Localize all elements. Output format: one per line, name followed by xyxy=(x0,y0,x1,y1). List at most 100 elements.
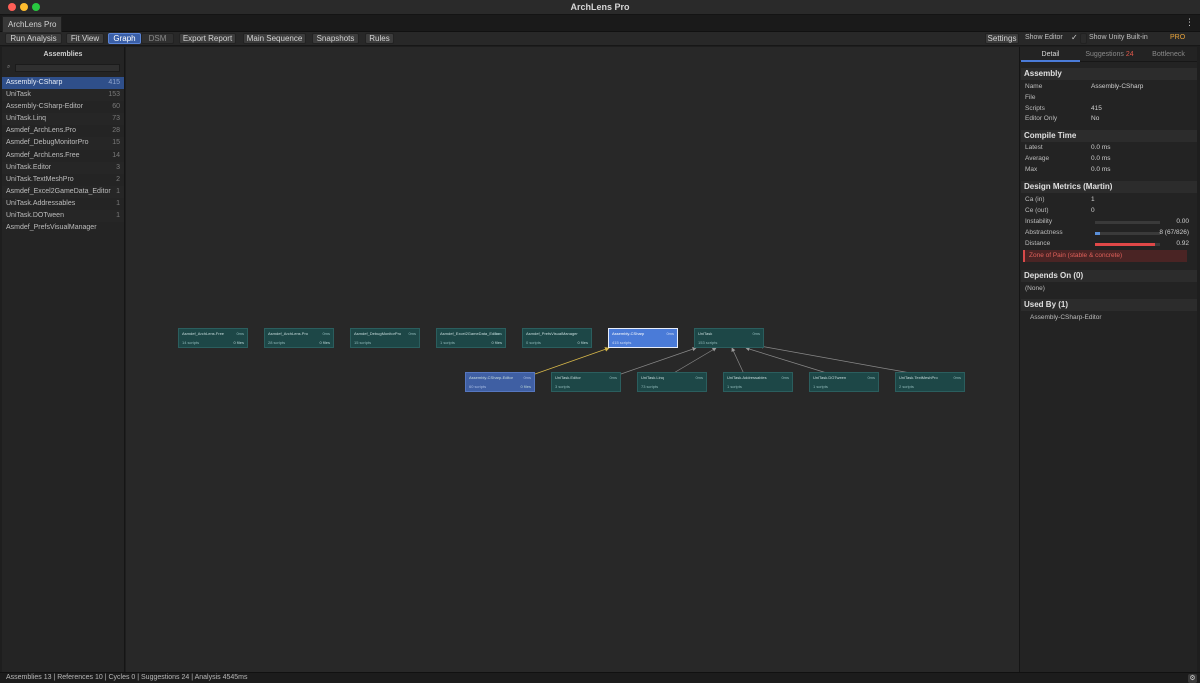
tab-suggestions[interactable]: Suggestions 24 xyxy=(1080,47,1139,62)
node-time: 0ms xyxy=(322,331,330,336)
show-unity-builtin-checkbox[interactable] xyxy=(1080,33,1087,44)
assembly-scripts-row: Scripts 415 xyxy=(1025,104,1195,114)
assembly-count: 415 xyxy=(108,79,120,86)
compile-latest-row: Latest 0.0 ms xyxy=(1025,143,1195,153)
rules-button[interactable]: Rules xyxy=(365,33,394,44)
gear-icon[interactable]: ⚙ xyxy=(1188,674,1197,683)
assembly-name: UniTask.Linq xyxy=(6,115,47,123)
assembly-name-row: Name Assembly-CSharp xyxy=(1025,82,1195,92)
graph-node[interactable]: UniTask.Addressables 0ms 1 scripts xyxy=(723,372,793,392)
graph-node[interactable]: Asmdef_ArchLens.Free 0ms 14 scripts 0 file… xyxy=(178,328,248,348)
design-metrics-heading: Design Metrics (Martin) xyxy=(1021,181,1197,193)
tab-suggestions-label: Suggestions xyxy=(1085,51,1124,58)
graph-node-dependent[interactable]: Assembly-CSharp-Editor 0ms 60 scripts 0 fi… xyxy=(465,372,535,392)
export-report-button[interactable]: Export Report xyxy=(179,33,236,44)
metric-instability-label: Instability xyxy=(1025,218,1053,225)
graph-node[interactable]: Asmdef_Excel2GameData_Editor 0ms 1 script… xyxy=(436,328,506,348)
edge-addressables-to-unitask xyxy=(731,347,745,375)
graph-node[interactable]: UniTask 0ms 153 scripts xyxy=(694,328,764,348)
edge-editor-to-unitask xyxy=(620,347,697,375)
metric-distance-value: 0.92 xyxy=(1176,240,1189,247)
node-time: 0ms xyxy=(953,375,961,380)
graph-canvas[interactable]: Asmdef_ArchLens.Free 0ms 14 scripts 0 file… xyxy=(126,47,1019,672)
node-time: 0ms xyxy=(408,331,416,336)
list-item[interactable]: Asmdef_Excel2GameData_Editor 1 xyxy=(2,185,124,198)
assembly-name-label: Name xyxy=(1025,83,1043,90)
assembly-name: Assembly-CSharp xyxy=(6,79,63,86)
node-scripts: 415 scripts xyxy=(612,340,632,345)
metric-ca-value: 1 xyxy=(1091,196,1095,203)
node-name: UniTask.TextMeshPro xyxy=(899,375,938,380)
compile-average-label: Average xyxy=(1025,155,1050,162)
graph-node[interactable]: UniTask.Editor 0ms 3 scripts xyxy=(551,372,621,392)
show-editor-checkbox[interactable]: ✓ xyxy=(1071,33,1078,42)
graph-view-tab[interactable]: Graph xyxy=(108,33,141,44)
list-item[interactable]: UniTask.Editor 3 xyxy=(2,161,124,174)
assembly-name: UniTask xyxy=(6,91,31,99)
assembly-count: 1 xyxy=(116,212,120,220)
graph-node[interactable]: Asmdef_DebugMonitorPro 0ms 15 scripts xyxy=(350,328,420,348)
list-item[interactable]: Asmdef_DebugMonitorPro 15 xyxy=(2,137,124,150)
node-name: UniTask.Addressables xyxy=(727,375,767,380)
assembly-name-value: Assembly-CSharp xyxy=(1091,83,1144,90)
assembly-search-input[interactable] xyxy=(15,64,120,72)
tab-menu-icon[interactable]: ⋮ xyxy=(1185,17,1194,28)
graph-node-selected[interactable]: Assembly-CSharp 0ms 415 scripts xyxy=(608,328,678,348)
dsm-view-tab[interactable]: DSM xyxy=(141,33,174,44)
list-item[interactable]: Asmdef_ArchLens.Free 14 xyxy=(2,150,124,162)
metric-distance-label: Distance xyxy=(1025,240,1051,247)
node-scripts: 0 scripts xyxy=(526,340,541,345)
node-name: Asmdef_DebugMonitorPro xyxy=(354,331,402,336)
graph-node[interactable]: Asmdef_PrefsVisualManager 0 scripts 0 fil… xyxy=(522,328,592,348)
node-name: Assembly-CSharp-Editor xyxy=(469,375,514,380)
settings-button[interactable]: Settings xyxy=(985,33,1019,44)
search-icon: ⌕ xyxy=(7,64,11,70)
abstractness-bar xyxy=(1095,232,1160,235)
node-files: 0 files xyxy=(233,340,244,345)
node-time: 0ms xyxy=(695,375,703,380)
node-scripts: 153 scripts xyxy=(698,340,718,345)
graph-node[interactable]: UniTask.TextMeshPro 0ms 2 scripts xyxy=(895,372,965,392)
used-by-item[interactable]: Assembly-CSharp-Editor xyxy=(1030,313,1200,323)
graph-node[interactable]: Asmdef_ArchLens.Pro 0ms 28 scripts 0 files xyxy=(264,328,334,348)
detail-panel: Detail Suggestions 24 Bottleneck Assembl… xyxy=(1019,47,1197,672)
tab-bottleneck[interactable]: Bottleneck xyxy=(1139,47,1198,62)
graph-node[interactable]: UniTask.DOTween 0ms 1 scripts xyxy=(809,372,879,392)
snapshots-button[interactable]: Snapshots xyxy=(312,33,359,44)
assembly-count: 60 xyxy=(112,103,120,111)
assembly-list: Assembly-CSharp 415 UniTask 153 Assembly-C… xyxy=(2,77,124,234)
node-time: 0ms xyxy=(867,375,875,380)
list-item[interactable]: UniTask.Linq 73 xyxy=(2,113,124,126)
assembly-editor-only-row: Editor Only No xyxy=(1025,114,1195,124)
main-sequence-button[interactable]: Main Sequence xyxy=(243,33,306,44)
list-item[interactable]: Assembly-CSharp-Editor 60 xyxy=(2,101,124,113)
assembly-scripts-label: Scripts xyxy=(1025,105,1045,112)
assembly-editor-only-label: Editor Only xyxy=(1025,115,1058,122)
run-analysis-button[interactable]: Run Analysis xyxy=(5,33,62,44)
fit-view-button[interactable]: Fit View xyxy=(66,33,104,44)
list-item[interactable]: Assembly-CSharp 415 xyxy=(2,77,124,90)
metric-abstractness-value: 8 (67/826) xyxy=(1159,229,1189,236)
show-editor-label: Show Editor xyxy=(1025,34,1063,41)
assembly-name: UniTask.Addressables xyxy=(6,199,76,207)
list-item[interactable]: Asmdef_ArchLens.Pro 28 xyxy=(2,125,124,137)
list-item[interactable]: UniTask.DOTween 1 xyxy=(2,210,124,223)
graph-node[interactable]: UniTask.Linq 0ms 73 scripts xyxy=(637,372,707,392)
assembly-name: Asmdef_PrefsVisualManager xyxy=(6,224,97,232)
tab-detail[interactable]: Detail xyxy=(1021,47,1080,62)
node-scripts: 1 scripts xyxy=(813,384,828,389)
metric-distance-row: Distance 0.92 xyxy=(1025,239,1195,249)
list-item[interactable]: UniTask.Addressables 1 xyxy=(2,198,124,210)
tab-archlens-pro[interactable]: ArchLens Pro xyxy=(2,16,63,32)
suggestions-count-badge: 24 xyxy=(1125,51,1134,58)
list-item[interactable]: UniTask.TextMeshPro 2 xyxy=(2,174,124,186)
node-name: Asmdef_ArchLens.Free xyxy=(182,331,225,336)
node-scripts: 14 scripts xyxy=(182,340,200,345)
assembly-count: 1 xyxy=(116,187,120,195)
window-titlebar: ArchLens Pro xyxy=(0,0,1200,15)
compile-max-row: Max 0.0 ms xyxy=(1025,165,1195,175)
distance-bar xyxy=(1095,243,1160,246)
list-item[interactable]: Asmdef_PrefsVisualManager xyxy=(2,222,124,234)
list-item[interactable]: UniTask 153 xyxy=(2,89,124,102)
compile-latest-label: Latest xyxy=(1025,144,1043,151)
